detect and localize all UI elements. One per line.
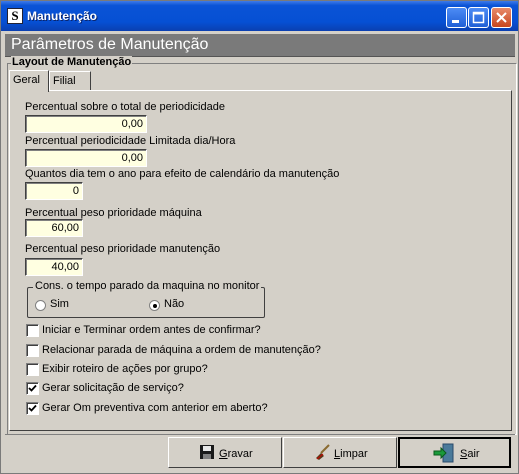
- page-header: Parâmetros de Manutenção: [5, 34, 515, 57]
- dias-ano-input[interactable]: 0: [25, 182, 83, 200]
- checkbox-label: Relacionar parada de máquina a ordem de …: [42, 344, 321, 356]
- checkbox-label: Exibir roteiro de ações por grupo?: [42, 363, 208, 375]
- app-icon: S: [7, 8, 23, 24]
- maximize-icon: [472, 11, 485, 24]
- save-icon: [200, 445, 214, 459]
- radio-selected-dot: [153, 304, 157, 308]
- radio-sim[interactable]: [35, 300, 46, 311]
- radio-nao-label: Não: [164, 298, 185, 310]
- main-window: S Manutenção Parâmetros de Manutenção La…: [0, 0, 519, 474]
- peso-manutencao-label: Percentual peso prioridade manutenção: [25, 243, 221, 255]
- close-icon: [496, 12, 507, 23]
- sair-button[interactable]: Sair: [398, 437, 511, 468]
- maximize-button[interactable]: [468, 7, 489, 28]
- minimize-icon: [452, 20, 459, 23]
- checkbox-iniciar-terminar[interactable]: [26, 324, 39, 337]
- check-icon: [28, 384, 37, 392]
- percentual-total-input[interactable]: 0,00: [25, 115, 147, 133]
- limpar-label: Limpar: [334, 448, 368, 460]
- checkbox-label: Gerar solicitação de serviço?: [42, 382, 184, 394]
- checkbox-exibir-roteiro[interactable]: [26, 363, 39, 376]
- window-title: Manutenção: [27, 9, 98, 23]
- minimize-button[interactable]: [446, 7, 467, 28]
- sair-label: Sair: [460, 448, 480, 460]
- tab-filial[interactable]: Filial: [49, 71, 91, 91]
- eraser-broom-icon: [316, 444, 330, 460]
- peso-manutencao-input[interactable]: 40,00: [25, 258, 83, 276]
- group-title: Layout de Manutenção: [11, 56, 133, 68]
- checkbox-gerar-om-preventiva[interactable]: [26, 402, 39, 415]
- percentual-total-label: Percentual sobre o total de periodicidad…: [25, 101, 225, 113]
- page-title: Parâmetros de Manutenção: [11, 36, 209, 53]
- checkbox-label: Iniciar e Terminar ordem antes de confir…: [42, 324, 261, 336]
- checkbox-relacionar-parada[interactable]: [26, 344, 39, 357]
- radio-nao[interactable]: [149, 300, 160, 311]
- check-icon: [28, 404, 37, 412]
- tab-geral[interactable]: Geral: [9, 70, 49, 92]
- radio-sim-label: Sim: [50, 298, 69, 310]
- tab-label: Filial: [53, 75, 76, 87]
- limpar-button[interactable]: Limpar: [283, 437, 397, 468]
- gravar-label: Gravar: [219, 448, 253, 460]
- tempo-parado-title: Cons. o tempo parado da maquina no monit…: [33, 280, 262, 292]
- checkbox-gerar-solicitacao[interactable]: [26, 382, 39, 395]
- percentual-limitada-label: Percentual periodicidade Limitada dia/Ho…: [25, 135, 236, 147]
- percentual-limitada-input[interactable]: 0,00: [25, 149, 147, 167]
- exit-door-icon: [433, 443, 454, 463]
- peso-maquina-input[interactable]: 60,00: [25, 219, 83, 237]
- tab-label: Geral: [13, 74, 40, 86]
- dias-ano-label: Quantos dia tem o ano para efeito de cal…: [25, 168, 340, 180]
- title-bar[interactable]: S Manutenção: [1, 1, 518, 31]
- checkbox-label: Gerar Om preventiva com anterior em aber…: [42, 402, 268, 414]
- close-button[interactable]: [491, 7, 512, 28]
- gravar-button[interactable]: Gravar: [168, 437, 282, 468]
- peso-maquina-label: Percentual peso prioridade máquina: [25, 207, 202, 219]
